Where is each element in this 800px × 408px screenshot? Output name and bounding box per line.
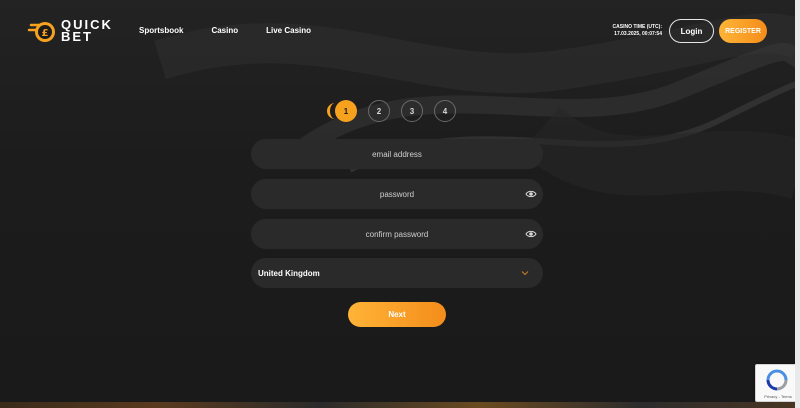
eye-icon[interactable]	[525, 188, 537, 200]
step-1: 1	[327, 100, 357, 122]
email-field-wrapper	[251, 139, 543, 169]
scrollbar[interactable]	[795, 0, 800, 408]
header: £ QUICK BET Sportsbook Casino Live Casin…	[0, 0, 800, 62]
step-2: 2	[368, 100, 390, 122]
step-4: 4	[434, 100, 456, 122]
nav-live-casino[interactable]: Live Casino	[266, 26, 311, 35]
casino-time-label: CASINO TIME (UTC):	[612, 24, 662, 30]
logo[interactable]: £ QUICK BET	[27, 16, 113, 46]
step-3: 3	[401, 100, 423, 122]
logo-icon: £	[27, 22, 55, 42]
country-select[interactable]: United Kingdom	[251, 258, 543, 288]
nav-sportsbook[interactable]: Sportsbook	[139, 26, 183, 35]
register-button[interactable]: REGISTER	[719, 19, 767, 43]
recaptcha-icon	[766, 369, 788, 391]
logo-wordmark: QUICK BET	[61, 18, 113, 44]
footer-strip	[0, 402, 800, 408]
recaptcha-badge[interactable]: Privacy - Terms	[755, 364, 800, 402]
confirm-password-field[interactable]	[297, 229, 497, 239]
casino-time-value: 17.03.2025, 00:07:54	[614, 31, 662, 37]
main-nav: Sportsbook Casino Live Casino	[139, 26, 311, 35]
password-field[interactable]	[297, 189, 497, 199]
country-select-value: United Kingdom	[258, 268, 320, 278]
registration-page: £ QUICK BET Sportsbook Casino Live Casin…	[0, 0, 800, 408]
login-button[interactable]: Login	[669, 19, 714, 43]
eye-icon[interactable]	[525, 228, 537, 240]
password-field-wrapper	[251, 179, 543, 209]
email-field[interactable]	[297, 149, 497, 159]
svg-text:£: £	[42, 28, 49, 39]
confirm-password-field-wrapper	[251, 219, 543, 249]
logo-line-2: BET	[61, 29, 93, 44]
next-button[interactable]: Next	[348, 302, 446, 327]
nav-casino[interactable]: Casino	[211, 26, 238, 35]
recaptcha-links[interactable]: Privacy - Terms	[758, 394, 798, 399]
chevron-down-icon	[521, 271, 529, 276]
casino-time: CASINO TIME (UTC): 17.03.2025, 00:07:54	[600, 24, 662, 38]
step-indicator: 1 2 3 4	[327, 100, 456, 122]
